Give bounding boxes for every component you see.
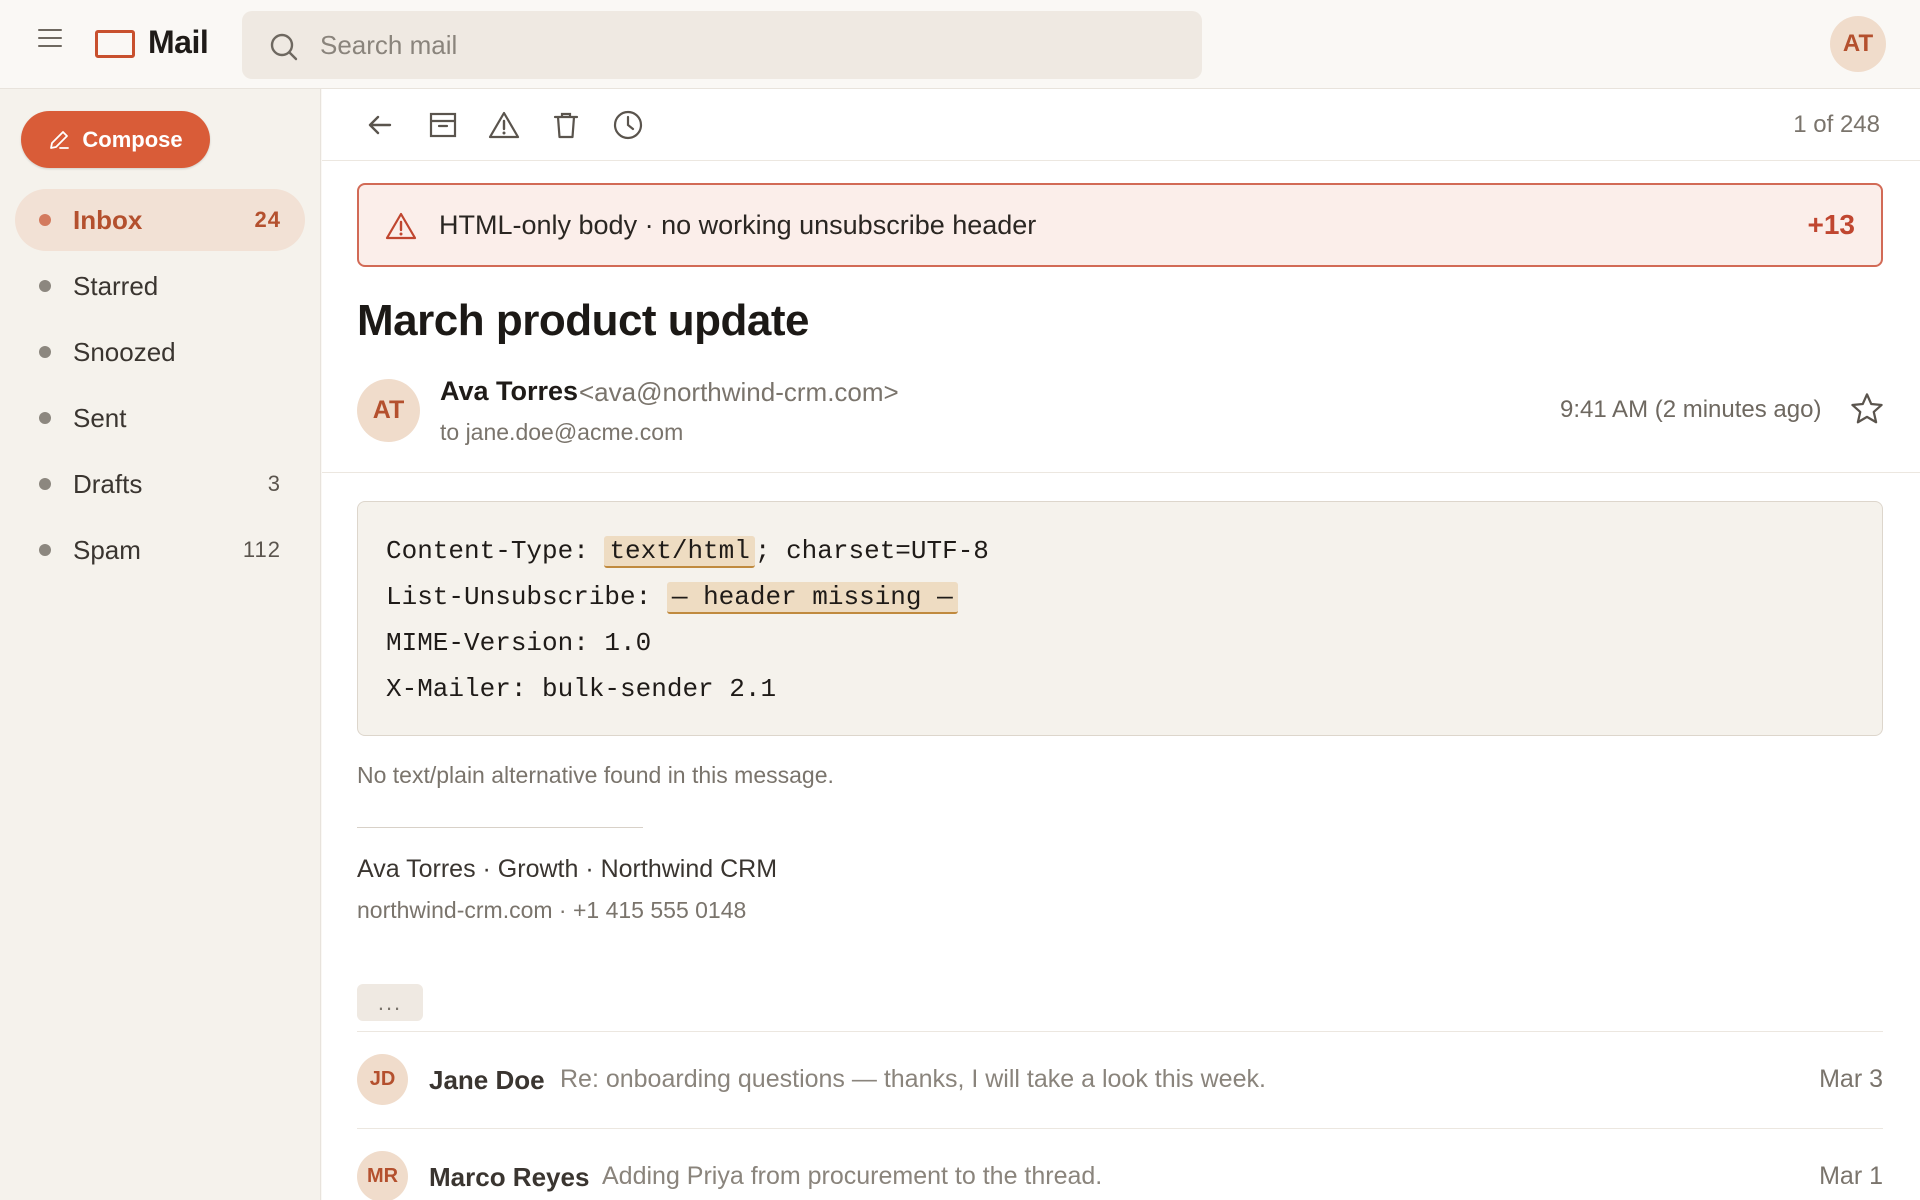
signature-name: Ava Torres · Growth · Northwind CRM xyxy=(357,855,778,883)
recipient-line: to jane.doe@acme.com xyxy=(440,419,684,445)
menu-icon[interactable] xyxy=(34,25,66,51)
sidebar-item-label: Starred xyxy=(73,270,159,301)
sender-name[interactable]: Ava Torres xyxy=(440,376,578,407)
header-line-mime: MIME-Version: 1.0 xyxy=(386,628,652,658)
compose-label: Compose xyxy=(82,126,183,152)
sidebar-item-snoozed[interactable]: Snoozed xyxy=(15,321,305,383)
thread-row[interactable]: JD Jane Doe Re: onboarding questions — t… xyxy=(357,1031,1883,1128)
top-bar: Mail AT xyxy=(0,0,1920,89)
sidebar: Compose Inbox 24 Starred Snoozed Sent Dr… xyxy=(0,89,321,1200)
message-subject: March product update xyxy=(357,296,810,345)
header-rest: ; charset=UTF-8 xyxy=(754,536,989,566)
delete-icon[interactable] xyxy=(548,107,584,143)
body-note: No text/plain alternative found in this … xyxy=(357,762,834,788)
sidebar-item-drafts[interactable]: Drafts 3 xyxy=(15,453,305,515)
thread-avatar: JD xyxy=(357,1054,408,1105)
snoozed-dot-icon xyxy=(39,346,51,358)
unread-count: 3 xyxy=(267,471,281,496)
search-input[interactable] xyxy=(320,25,1180,65)
signature-contact: northwind-crm.com · +1 415 555 0148 xyxy=(357,897,747,923)
thread-avatar: MR xyxy=(357,1151,408,1200)
header-key: Content-Type: xyxy=(386,536,605,566)
pager-text: 1 of 248 xyxy=(1793,111,1880,138)
drafts-dot-icon xyxy=(39,478,51,490)
app-title: Mail xyxy=(148,24,209,60)
report-spam-icon[interactable] xyxy=(486,107,522,143)
highlighted-value: — header missing — xyxy=(666,582,958,614)
back-arrow-icon[interactable] xyxy=(362,107,398,143)
unread-count: 112 xyxy=(242,537,281,562)
thread-row[interactable]: MR Marco Reyes Adding Priya from procure… xyxy=(357,1128,1883,1200)
archive-icon[interactable] xyxy=(425,107,461,143)
thread-date: Mar 3 xyxy=(1819,1065,1883,1093)
sidebar-item-label: Sent xyxy=(73,402,127,433)
snooze-clock-icon[interactable] xyxy=(610,107,646,143)
mail-logo-icon xyxy=(95,30,135,58)
sidebar-item-inbox[interactable]: Inbox 24 xyxy=(15,189,305,251)
message-timestamp: 9:41 AM (2 minutes ago) xyxy=(1560,396,1822,423)
warning-count[interactable]: +13 xyxy=(1808,209,1856,241)
show-trimmed-button[interactable]: ... xyxy=(357,984,423,1021)
sidebar-item-label: Drafts xyxy=(73,468,143,499)
compose-button[interactable]: Compose xyxy=(21,111,210,168)
sidebar-item-label: Spam xyxy=(73,534,141,565)
message-view: 1 of 248 HTML-only body · no working uns… xyxy=(322,89,1920,1200)
raw-headers-block: Content-Type: text/html; charset=UTF-8 L… xyxy=(357,501,1883,736)
sidebar-item-sent[interactable]: Sent xyxy=(15,387,305,449)
account-avatar[interactable]: AT xyxy=(1830,16,1886,72)
sent-dot-icon xyxy=(39,412,51,424)
sidebar-item-spam[interactable]: Spam 112 xyxy=(15,519,305,581)
thread-date: Mar 1 xyxy=(1819,1162,1883,1190)
folder-list: Inbox 24 Starred Snoozed Sent Drafts 3 S… xyxy=(15,189,305,585)
warning-icon xyxy=(385,212,417,240)
warning-banner: HTML-only body · no working unsubscribe … xyxy=(357,183,1883,267)
thread-snippet: Adding Priya from procurement to the thr… xyxy=(602,1162,1103,1190)
header-key: List-Unsubscribe: xyxy=(386,582,667,612)
signature-divider xyxy=(357,827,643,828)
spam-dot-icon xyxy=(39,544,51,556)
search-icon xyxy=(270,33,298,61)
unread-count: 24 xyxy=(254,207,281,232)
header-line-content-type: Content-Type: text/html; charset=UTF-8 xyxy=(386,528,1854,574)
pencil-icon xyxy=(50,130,70,149)
sidebar-item-label: Snoozed xyxy=(73,336,176,367)
thread-snippet: Re: onboarding questions — thanks, I wil… xyxy=(560,1065,1266,1093)
sidebar-item-starred[interactable]: Starred xyxy=(15,255,305,317)
starred-dot-icon xyxy=(39,280,51,292)
search-bar[interactable] xyxy=(242,11,1202,79)
thread-list: JD Jane Doe Re: onboarding questions — t… xyxy=(357,1031,1883,1200)
sidebar-item-label: Inbox xyxy=(73,204,143,235)
warning-text: HTML-only body · no working unsubscribe … xyxy=(439,210,1037,240)
sender-avatar: AT xyxy=(357,379,420,442)
highlighted-value: text/html xyxy=(604,536,755,568)
sender-email: <ava@northwind-crm.com> xyxy=(579,377,899,407)
inbox-dot-icon xyxy=(39,214,51,226)
message-toolbar: 1 of 248 xyxy=(322,89,1920,161)
thread-sender: Jane Doe xyxy=(429,1065,545,1095)
thread-sender: Marco Reyes xyxy=(429,1162,590,1192)
header-line-unsubscribe: List-Unsubscribe: — header missing — xyxy=(386,574,1854,620)
header-line-mailer: X-Mailer: bulk-sender 2.1 xyxy=(386,674,777,704)
star-icon[interactable] xyxy=(1849,391,1885,427)
header-divider xyxy=(322,472,1920,473)
